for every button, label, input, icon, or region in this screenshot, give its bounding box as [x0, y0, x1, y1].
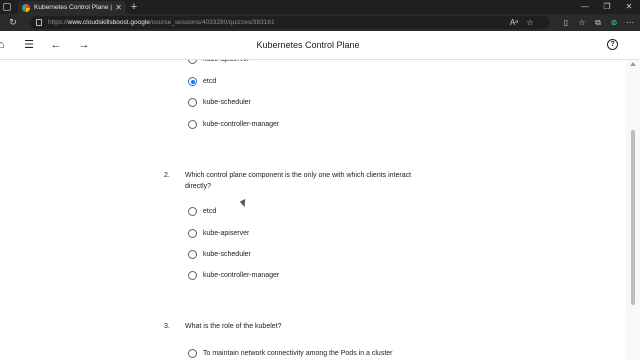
radio-button[interactable] — [188, 271, 197, 280]
question-number: 3. — [164, 323, 170, 330]
q1-option-etcd[interactable]: etcd — [188, 77, 216, 86]
maximize-icon[interactable]: ❐ — [596, 0, 618, 14]
radio-button[interactable] — [188, 229, 197, 238]
radio-button-checked[interactable] — [188, 77, 197, 86]
q1-option-kube-apiserver[interactable]: kube-apiserver — [188, 60, 249, 64]
read-aloud-icon[interactable]: Aᵃ — [508, 18, 520, 27]
help-icon[interactable]: ? — [607, 39, 618, 50]
radio-button[interactable] — [188, 120, 197, 129]
favorite-star-icon[interactable]: ☆ — [524, 18, 536, 27]
question-number: 2. — [164, 172, 170, 179]
address-bar-row: ↻ https://www.cloudskillsboost.google/co… — [0, 14, 640, 31]
more-menu-icon[interactable]: ⋯ — [624, 18, 636, 27]
q1-option-kube-scheduler[interactable]: kube-scheduler — [188, 98, 251, 107]
question-text: What is the role of the kubelet? — [185, 323, 282, 330]
extension-icon[interactable]: ⊛ — [608, 18, 620, 27]
option-label: kube-apiserver — [203, 230, 250, 237]
google-favicon-icon — [22, 3, 30, 12]
url-path: /course_sessions/4033280/quizzes/383161 — [149, 19, 275, 26]
q2-option-kube-apiserver[interactable]: kube-apiserver — [188, 229, 249, 238]
option-label: kube-controller-manager — [203, 272, 280, 279]
tab-close-icon[interactable]: ✕ — [115, 3, 122, 12]
app-header: ⌂ ☰ ← → Kubernetes Control Plane ? — [0, 31, 640, 60]
radio-button[interactable] — [188, 207, 197, 216]
scroll-up-arrow-icon[interactable] — [630, 62, 636, 66]
q2-option-kube-controller-manager[interactable]: kube-controller-manager — [188, 271, 279, 280]
collections-icon[interactable]: ⧉ — [592, 18, 604, 28]
radio-button[interactable] — [188, 349, 197, 358]
minimize-icon[interactable]: — — [574, 0, 596, 14]
option-label: etcd — [203, 78, 217, 85]
page-title: Kubernetes Control Plane — [256, 40, 360, 50]
browser-tab[interactable]: Kubernetes Control Plane | Goo ✕ — [18, 1, 126, 14]
favorites-icon[interactable]: ☆ — [576, 18, 588, 27]
url-prefix: https:// — [48, 19, 68, 26]
window-controls: — ❐ ✕ — [574, 0, 640, 14]
option-label: kube-scheduler — [203, 99, 251, 106]
q2-option-etcd[interactable]: etcd — [188, 207, 216, 216]
page-scrollbar[interactable] — [626, 60, 640, 360]
scrollbar-thumb[interactable] — [631, 130, 635, 305]
split-screen-icon[interactable]: ▯ — [560, 18, 572, 27]
refresh-icon[interactable]: ↻ — [6, 17, 20, 28]
quiz-content: kube-apiserver etcd kube-scheduler kube-… — [0, 60, 626, 360]
radio-button[interactable] — [188, 250, 197, 259]
url-input[interactable]: https://www.cloudskillsboost.google/cour… — [30, 16, 550, 29]
browser-toolbar-icons: Aᵃ ☆ ▯ ☆ ⧉ ⊛ ⋯ — [508, 16, 636, 29]
tab-actions-icon[interactable] — [3, 3, 11, 11]
option-label: kube-controller-manager — [203, 121, 280, 128]
option-label: kube-apiserver — [203, 60, 249, 63]
tab-title: Kubernetes Control Plane | Goo — [34, 4, 112, 11]
question-text: Which control plane component is the onl… — [185, 172, 412, 190]
q2-option-kube-scheduler[interactable]: kube-scheduler — [188, 250, 251, 259]
new-tab-button[interactable]: + — [128, 1, 140, 13]
url-text: https://www.cloudskillsboost.google/cour… — [48, 19, 275, 26]
q1-option-kube-controller-manager[interactable]: kube-controller-manager — [188, 120, 279, 129]
close-window-icon[interactable]: ✕ — [618, 0, 640, 14]
option-label: etcd — [203, 208, 217, 215]
url-host: www.cloudskillsboost.google — [67, 19, 150, 26]
q3-option-network-connectivity[interactable]: To maintain network connectivity among t… — [188, 349, 393, 358]
option-label: To maintain network connectivity among t… — [203, 350, 393, 357]
radio-button[interactable] — [188, 98, 197, 107]
browser-tab-bar: Kubernetes Control Plane | Goo ✕ + — ❐ ✕ — [0, 0, 640, 14]
lock-icon[interactable] — [36, 19, 42, 26]
radio-button[interactable] — [188, 60, 197, 64]
option-label: kube-scheduler — [203, 251, 251, 258]
